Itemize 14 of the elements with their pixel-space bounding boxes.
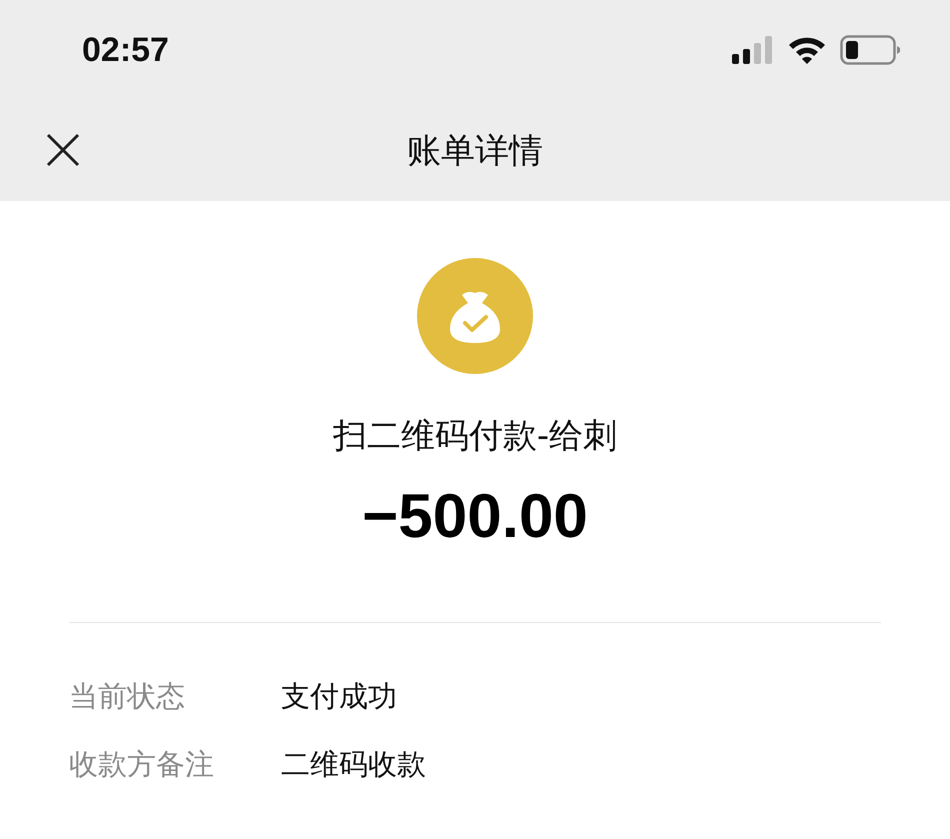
signal-icon — [732, 36, 774, 64]
close-icon — [46, 133, 80, 167]
status-time: 02:57 — [82, 30, 169, 70]
detail-label: 当前状态 — [69, 678, 186, 715]
page-title: 账单详情 — [407, 130, 543, 172]
battery-icon — [840, 35, 902, 65]
detail-label: 收款方备注 — [69, 746, 215, 783]
wifi-icon — [788, 36, 826, 64]
bill-title: 扫二维码付款-给刺 — [332, 415, 618, 458]
close-button[interactable] — [46, 133, 80, 167]
detail-value: 支付成功 — [281, 678, 397, 715]
detail-value: 二维码收款 — [281, 746, 426, 783]
bill-amount: −500.00 — [362, 481, 588, 552]
money-bag-icon — [416, 257, 534, 375]
